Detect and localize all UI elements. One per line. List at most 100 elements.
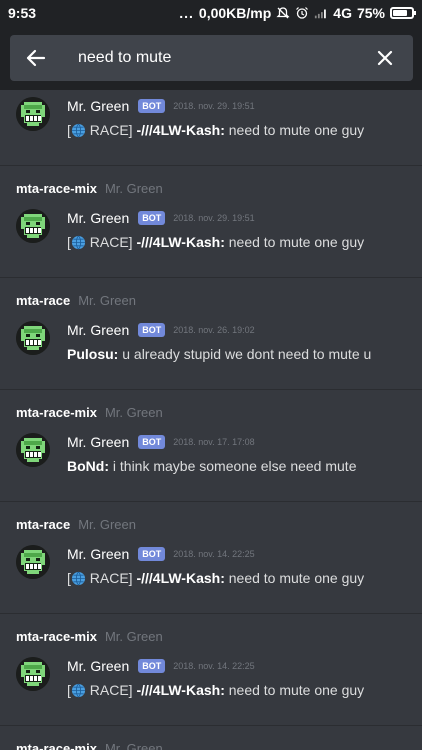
message[interactable]: Mr. Green BOT 2018. nov. 17. 17:08 BoNd:… xyxy=(0,431,422,487)
author-name[interactable]: Mr. Green xyxy=(67,546,129,562)
result-channel-header[interactable]: mta-race Mr. Green xyxy=(16,293,136,308)
message-text: need to mute one guy xyxy=(224,570,365,586)
message[interactable]: Mr. Green BOT 2018. nov. 14. 22:25 [ RAC… xyxy=(0,655,422,711)
globe-icon xyxy=(71,123,85,138)
race-tag: RACE] xyxy=(85,234,137,250)
net-speed: 0,00KB/mp xyxy=(198,5,272,21)
message-timestamp: 2018. nov. 26. 19:02 xyxy=(173,325,255,335)
message-header: Mr. Green BOT 2018. nov. 29. 19:51 xyxy=(67,210,255,226)
message-text: i think maybe someone else need mute xyxy=(109,458,357,474)
message-sender: Pulosu: xyxy=(67,346,119,362)
message-text: u already stupid we dont need to mute u xyxy=(118,346,372,362)
globe-icon xyxy=(71,683,85,698)
search-result[interactable]: mta-race-mix Mr. Green Mr. Green BOT 2018… xyxy=(0,166,422,278)
message-timestamp: 2018. nov. 14. 22:25 xyxy=(173,661,255,671)
message-sender: -///4LW-Kash: xyxy=(136,122,225,138)
mr-green-avatar-icon xyxy=(16,657,50,691)
network-type: 4G xyxy=(333,5,352,21)
bot-tag: BOT xyxy=(138,659,166,673)
message-content: BoNd: i think maybe someone else need mu… xyxy=(67,458,356,474)
channel-name[interactable]: mta-race-mix xyxy=(16,181,97,196)
avatar[interactable] xyxy=(16,545,50,579)
avatar[interactable] xyxy=(16,433,50,467)
author-name[interactable]: Mr. Green xyxy=(67,210,129,226)
search-header: need to mute xyxy=(0,26,422,90)
clear-search-button[interactable] xyxy=(371,44,399,72)
message[interactable]: Mr. Green BOT 2018. nov. 29. 19:51 [ RAC… xyxy=(0,95,422,151)
avatar[interactable] xyxy=(16,209,50,243)
bot-tag: BOT xyxy=(138,435,166,449)
author-name[interactable]: Mr. Green xyxy=(67,322,129,338)
message[interactable]: Mr. Green BOT 2018. nov. 29. 19:51 [ RAC… xyxy=(0,207,422,263)
author-name[interactable]: Mr. Green xyxy=(67,658,129,674)
search-field[interactable]: need to mute xyxy=(10,35,413,81)
author-name[interactable]: Mr. Green xyxy=(67,98,129,114)
search-query[interactable]: need to mute xyxy=(78,49,171,67)
channel-name[interactable]: mta-race-mix xyxy=(16,405,97,420)
result-channel-header[interactable]: mta-race Mr. Green xyxy=(16,517,136,532)
status-bar: 9:53 ... 0,00KB/mp 4G 75% xyxy=(0,0,422,26)
channel-name[interactable]: mta-race-mix xyxy=(16,629,97,644)
bot-tag: BOT xyxy=(138,547,166,561)
message-content: [ RACE] -///4LW-Kash: need to mute one g… xyxy=(67,234,364,250)
avatar[interactable] xyxy=(16,321,50,355)
bot-tag: BOT xyxy=(138,323,166,337)
channel-name[interactable]: mta-race xyxy=(16,293,70,308)
signal-bars-icon xyxy=(315,9,327,19)
back-button[interactable] xyxy=(22,44,50,72)
message-header: Mr. Green BOT 2018. nov. 26. 19:02 xyxy=(67,322,255,338)
search-result[interactable]: mta-race Mr. Green Mr. Green BOT 2018. no… xyxy=(0,278,422,390)
result-channel-header[interactable]: mta-race-mix Mr. Green xyxy=(16,629,163,644)
mr-green-avatar-icon xyxy=(16,433,50,467)
bot-tag: BOT xyxy=(138,99,166,113)
bot-tag: BOT xyxy=(138,211,166,225)
server-name: Mr. Green xyxy=(104,629,163,644)
search-result[interactable]: mta-race-mix Mr. Green xyxy=(0,726,422,750)
status-icons: ... 0,00KB/mp 4G 75% xyxy=(179,5,416,21)
message[interactable]: Mr. Green BOT 2018. nov. 14. 22:25 [ RAC… xyxy=(0,543,422,599)
author-name[interactable]: Mr. Green xyxy=(67,434,129,450)
result-channel-header[interactable]: mta-race-mix Mr. Green xyxy=(16,741,163,750)
arrow-left-icon xyxy=(26,49,46,67)
search-result[interactable]: mta-race-mix Mr. Green Mr. Green BOT 2018… xyxy=(0,614,422,726)
message-timestamp: 2018. nov. 14. 22:25 xyxy=(173,549,255,559)
battery-icon xyxy=(390,7,416,19)
message-content: [ RACE] -///4LW-Kash: need to mute one g… xyxy=(67,122,364,138)
message-text: need to mute one guy xyxy=(224,682,365,698)
message-sender: -///4LW-Kash: xyxy=(136,570,225,586)
mr-green-avatar-icon xyxy=(16,545,50,579)
message-header: Mr. Green BOT 2018. nov. 14. 22:25 xyxy=(67,658,255,674)
mr-green-avatar-icon xyxy=(16,209,50,243)
server-name: Mr. Green xyxy=(78,517,136,532)
race-tag: RACE] xyxy=(85,682,137,698)
message-content: [ RACE] -///4LW-Kash: need to mute one g… xyxy=(67,570,364,586)
message-content: [ RACE] -///4LW-Kash: need to mute one g… xyxy=(67,682,364,698)
mute-bell-icon xyxy=(276,7,290,19)
result-channel-header[interactable]: mta-race-mix Mr. Green xyxy=(16,181,163,196)
message-header: Mr. Green BOT 2018. nov. 14. 22:25 xyxy=(67,546,255,562)
mr-green-avatar-icon xyxy=(16,321,50,355)
search-result[interactable]: mta-race-mix Mr. Green Mr. Green BOT 2018… xyxy=(0,390,422,502)
search-result[interactable]: Mr. Green BOT 2018. nov. 29. 19:51 [ RAC… xyxy=(0,90,422,166)
message-header: Mr. Green BOT 2018. nov. 17. 17:08 xyxy=(67,434,255,450)
avatar[interactable] xyxy=(16,97,50,131)
message-sender: BoNd: xyxy=(67,458,109,474)
battery-percent: 75% xyxy=(356,5,385,21)
message-sender: -///4LW-Kash: xyxy=(136,234,225,250)
message-sender: -///4LW-Kash: xyxy=(136,682,225,698)
mr-green-avatar-icon xyxy=(16,97,50,131)
message-header: Mr. Green BOT 2018. nov. 29. 19:51 xyxy=(67,98,255,114)
search-result[interactable]: mta-race Mr. Green Mr. Green BOT 2018. no… xyxy=(0,502,422,614)
avatar[interactable] xyxy=(16,657,50,691)
search-results-list[interactable]: Mr. Green BOT 2018. nov. 29. 19:51 [ RAC… xyxy=(0,90,422,750)
close-icon xyxy=(377,50,393,66)
message[interactable]: Mr. Green BOT 2018. nov. 26. 19:02 Pulos… xyxy=(0,319,422,375)
message-content: Pulosu: u already stupid we dont need to… xyxy=(67,346,371,362)
channel-name[interactable]: mta-race xyxy=(16,517,70,532)
result-channel-header[interactable]: mta-race-mix Mr. Green xyxy=(16,405,163,420)
server-name: Mr. Green xyxy=(78,293,136,308)
message-timestamp: 2018. nov. 29. 19:51 xyxy=(173,101,255,111)
server-name: Mr. Green xyxy=(104,181,163,196)
status-dots: ... xyxy=(179,5,194,21)
channel-name[interactable]: mta-race-mix xyxy=(16,741,97,750)
